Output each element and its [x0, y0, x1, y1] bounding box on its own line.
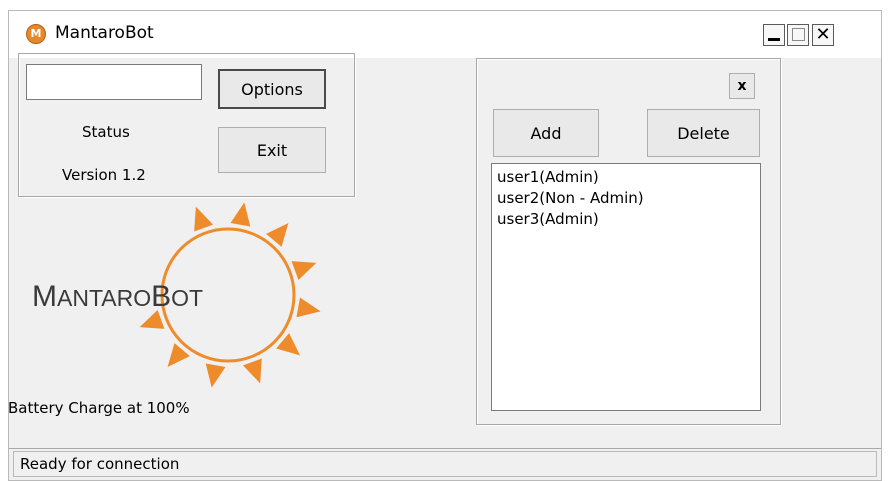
- title-bar[interactable]: M MantaroBot ✕: [9, 11, 881, 58]
- app-logo-icon: M: [26, 24, 46, 44]
- status-bar-text: Ready for connection: [20, 455, 180, 473]
- sun-ray: [194, 206, 214, 232]
- sun-ray: [291, 261, 317, 281]
- version-label: Version 1.2: [62, 166, 146, 184]
- add-button[interactable]: Add: [493, 109, 599, 157]
- minimize-icon: [768, 38, 780, 41]
- window-title: MantaroBot: [55, 23, 154, 43]
- logo-text: MANTAROBOT: [32, 280, 203, 313]
- user-list[interactable]: user1(Admin) user2(Non - Admin) user3(Ad…: [491, 163, 761, 411]
- delete-button[interactable]: Delete: [647, 109, 760, 157]
- sun-ray: [205, 363, 226, 388]
- status-bar: Ready for connection: [9, 448, 881, 480]
- connection-input[interactable]: [26, 64, 202, 100]
- maximize-button[interactable]: [787, 24, 809, 46]
- list-item[interactable]: user1(Admin): [497, 167, 755, 188]
- mantarobot-logo: MANTAROBOT: [32, 203, 321, 388]
- close-button[interactable]: ✕: [812, 24, 834, 46]
- options-button[interactable]: Options: [218, 69, 326, 109]
- clear-button[interactable]: x: [729, 73, 755, 99]
- sun-ray: [230, 203, 251, 227]
- minimize-button[interactable]: [763, 24, 785, 46]
- app-icon-letter: M: [30, 27, 42, 40]
- list-item[interactable]: user3(Admin): [497, 209, 755, 230]
- status-label: Status: [82, 123, 130, 141]
- exit-button[interactable]: Exit: [218, 127, 326, 173]
- sun-ray: [296, 297, 321, 318]
- close-icon: ✕: [815, 24, 831, 45]
- list-item[interactable]: user2(Non - Admin): [497, 188, 755, 209]
- sun-ray: [242, 358, 262, 384]
- status-panel: Ready for connection: [13, 451, 877, 477]
- maximize-icon: [792, 28, 805, 41]
- battery-status: Battery Charge at 100%: [8, 399, 190, 417]
